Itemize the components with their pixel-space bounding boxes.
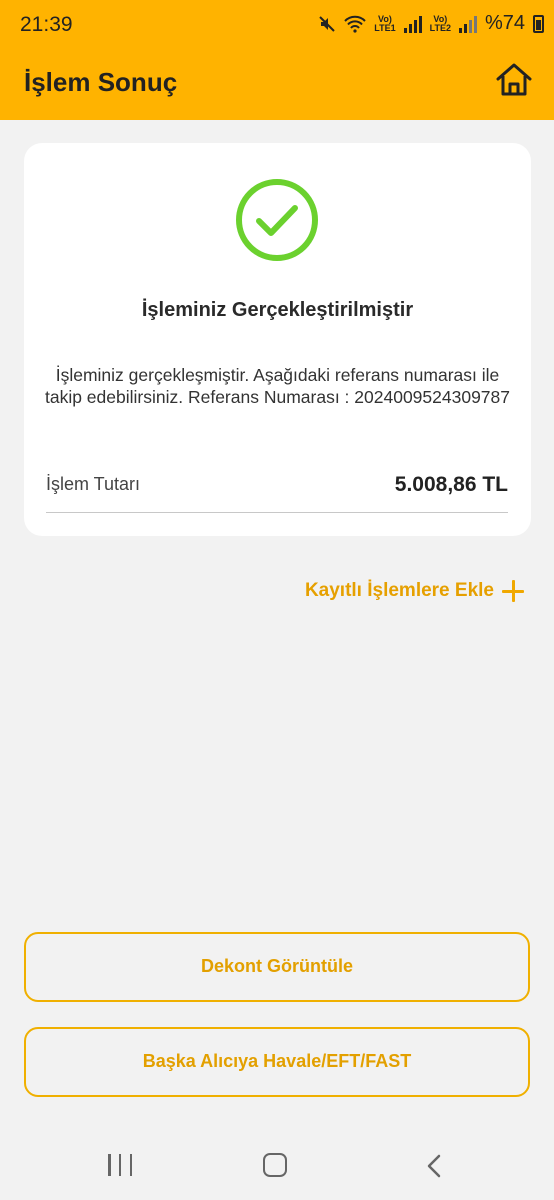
- back-icon[interactable]: [424, 1154, 446, 1178]
- signal-icon: [403, 15, 422, 33]
- nav-home-icon[interactable]: [263, 1153, 287, 1177]
- amount-label: İşlem Tutarı: [46, 474, 141, 494]
- divider: [46, 512, 508, 513]
- result-description: İşleminiz gerçekleşmiştir. Aşağıdaki ref…: [44, 365, 510, 407]
- add-to-saved-label: Kayıtlı İşlemlere Ekle: [304, 580, 494, 601]
- battery-icon: [533, 14, 544, 33]
- plus-icon: [502, 580, 524, 602]
- amount-value: 5.008,86 TL: [394, 473, 508, 496]
- status-time: 21:39: [20, 13, 73, 36]
- result-title: İşleminiz Gerçekleştirilmiştir: [141, 299, 414, 321]
- battery-percent: %74: [484, 12, 525, 34]
- lte2-indicator: Vo) LTE2: [429, 13, 451, 33]
- status-icons: Vo) LTE1 Vo) LTE2 %74: [318, 12, 544, 35]
- home-icon[interactable]: [494, 60, 534, 100]
- view-receipt-button[interactable]: Dekont Görüntüle: [24, 932, 530, 1002]
- app-header: İşlem Sonuç: [0, 52, 554, 120]
- signal-icon-2: [458, 15, 477, 33]
- new-transfer-button[interactable]: Başka Alıcıya Havale/EFT/FAST: [24, 1027, 530, 1097]
- lte1-indicator: Vo) LTE1: [374, 13, 396, 33]
- recent-apps-icon[interactable]: [108, 1154, 132, 1176]
- status-bar: 21:39 Vo) LTE1 Vo) LTE2 %74: [0, 0, 554, 52]
- page-title: İşlem Sonuç: [24, 67, 178, 97]
- mute-icon: [319, 15, 335, 32]
- system-nav-bar: [0, 1132, 554, 1200]
- wifi-icon: [344, 15, 366, 33]
- add-to-saved-link[interactable]: Kayıtlı İşlemlere Ekle: [305, 580, 524, 602]
- check-circle-icon: [236, 179, 318, 261]
- result-card: İşleminiz Gerçekleştirilmiştir İşleminiz…: [24, 143, 531, 536]
